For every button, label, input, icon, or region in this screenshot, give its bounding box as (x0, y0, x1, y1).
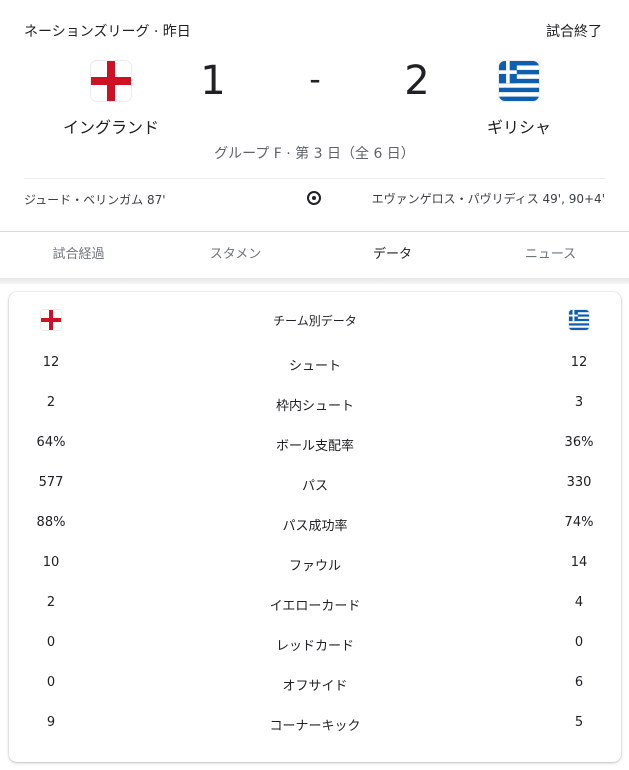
away-scorers: エヴァンゲロス・パヴリディス 49', 90+4' (371, 192, 605, 206)
home-team-name[interactable]: イングランド (31, 114, 191, 138)
greece-flag-icon (569, 310, 589, 330)
group-info: グループ F · 第 3 日（全 6 日） (214, 146, 415, 162)
tab-news[interactable]: ニュース (472, 232, 629, 278)
stats-title: チーム別データ (273, 314, 357, 328)
home-scorers: ジュード・ベリンガム 87' (24, 193, 166, 207)
stat-away-value: 12 (570, 355, 588, 370)
stat-row-offsides: 0 オフサイド 6 (9, 675, 621, 715)
stat-away-value: 36% (564, 435, 594, 450)
stat-label: ボール支配率 (275, 439, 354, 454)
stat-row-pass-accuracy: 88% パス成功率 74% (9, 515, 621, 555)
tab-stats[interactable]: データ (314, 232, 471, 278)
stat-away-value: 0 (574, 635, 584, 650)
stat-away-value: 74% (564, 515, 594, 530)
stat-away-value: 14 (570, 555, 588, 570)
england-flag-icon[interactable] (91, 61, 131, 101)
team-stats-card: チーム別データ 12 シュート 12 2 枠内シュート 3 64% ボール支配率… (9, 292, 621, 762)
divider (24, 178, 605, 179)
stat-away-value: 4 (574, 595, 584, 610)
away-score: 2 (404, 58, 430, 104)
stat-label: ファウル (288, 559, 341, 574)
tab-match-progress[interactable]: 試合経過 (0, 232, 157, 278)
stat-label: イエローカード (269, 599, 361, 614)
home-score: 1 (200, 58, 226, 104)
stat-label: シュート (288, 359, 341, 374)
stat-label: コーナーキック (269, 719, 361, 734)
stat-label: 枠内シュート (275, 399, 354, 414)
stat-away-value: 330 (566, 475, 592, 490)
tab-lineups[interactable]: スタメン (157, 232, 314, 278)
stat-row-shots: 12 シュート 12 (9, 355, 621, 395)
score-separator: - (309, 60, 321, 98)
stat-row-fouls: 10 ファウル 14 (9, 555, 621, 595)
stat-row-shots-on-target: 2 枠内シュート 3 (9, 395, 621, 435)
soccer-ball-icon (307, 191, 321, 205)
stat-row-possession: 64% ボール支配率 36% (9, 435, 621, 475)
stat-row-red-cards: 0 レッドカード 0 (9, 635, 621, 675)
match-status: 試合終了 (546, 24, 602, 40)
tabs-shadow (0, 278, 629, 284)
match-header: ネーションズリーグ · 昨日 試合終了 イングランド 1 - 2 ギリシャ グル… (0, 0, 629, 230)
greece-flag-icon[interactable] (499, 61, 539, 101)
stat-label: レッドカード (275, 639, 354, 654)
stat-row-corner-kicks: 9 コーナーキック 5 (9, 715, 621, 755)
stat-away-value: 3 (574, 395, 584, 410)
stat-label: パス成功率 (282, 519, 348, 534)
stat-label: パス (301, 479, 328, 494)
away-team-name[interactable]: ギリシャ (439, 114, 599, 138)
league-info[interactable]: ネーションズリーグ · 昨日 (24, 21, 191, 41)
stat-row-yellow-cards: 2 イエローカード 4 (9, 595, 621, 635)
stat-away-value: 5 (574, 715, 584, 730)
stat-row-passes: 577 パス 330 (9, 475, 621, 515)
stat-label: オフサイド (282, 679, 348, 694)
stat-away-value: 6 (574, 675, 584, 690)
